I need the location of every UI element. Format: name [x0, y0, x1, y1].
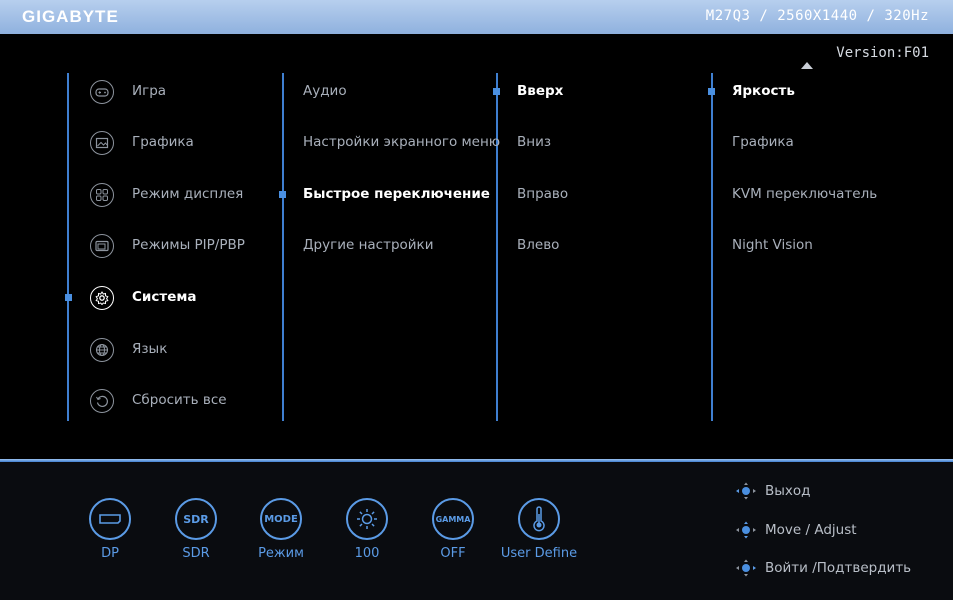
- menu-item-display-mode[interactable]: Режим дисплея: [132, 183, 243, 205]
- joystick-press-icon: [735, 559, 757, 577]
- picture-mode-label: Режим: [258, 546, 304, 561]
- firmware-version: Version:F01: [836, 45, 929, 61]
- option-right[interactable]: Вправо: [517, 183, 568, 205]
- joystick-left-icon: [735, 482, 757, 500]
- value-kvm-switch[interactable]: KVM переключатель: [732, 183, 877, 205]
- sdr-icon: SDR: [175, 498, 217, 540]
- hdr-status-label: SDR: [182, 546, 210, 561]
- reset-icon: [90, 389, 114, 413]
- column2-line: [282, 73, 284, 421]
- picture-icon: [90, 131, 114, 155]
- joystick-updown-icon: [735, 521, 757, 539]
- scroll-up-icon: [801, 62, 813, 69]
- option-left[interactable]: Влево: [517, 234, 559, 256]
- gamepad-icon: [90, 80, 114, 104]
- column4-line: [711, 73, 713, 421]
- selection-marker: [708, 88, 715, 95]
- selection-marker: [279, 191, 286, 198]
- submenu-item-audio[interactable]: Аудио: [303, 80, 347, 102]
- value-brightness[interactable]: Яркость: [732, 80, 795, 102]
- help-exit-label: Выход: [765, 483, 811, 499]
- mode-icon: MODE: [260, 498, 302, 540]
- selection-marker: [65, 294, 72, 301]
- help-move: Move / Adjust: [735, 520, 857, 540]
- help-confirm: Войти /Подтвердить: [735, 558, 911, 578]
- brand-logo: GIGABYTE: [22, 7, 119, 26]
- gamma-value-label: OFF: [440, 546, 466, 561]
- help-move-label: Move / Adjust: [765, 522, 857, 538]
- value-night-vision[interactable]: Night Vision: [732, 234, 813, 256]
- top-bar: GIGABYTE M27Q3 / 2560X1440 / 320Hz: [0, 0, 953, 34]
- menu-item-game[interactable]: Игра: [132, 80, 166, 102]
- menu-item-reset-all[interactable]: Сбросить все: [132, 389, 227, 411]
- option-down[interactable]: Вниз: [517, 131, 551, 153]
- brightness-value-label: 100: [354, 546, 380, 561]
- brightness-icon: [346, 498, 388, 540]
- column3-line: [496, 73, 498, 421]
- help-exit: Выход: [735, 481, 811, 501]
- menu-item-language[interactable]: Язык: [132, 338, 167, 360]
- display-grid-icon: [90, 183, 114, 207]
- menu-item-system[interactable]: Система: [132, 286, 197, 308]
- column1-line: [67, 73, 69, 421]
- selection-marker: [493, 88, 500, 95]
- option-up[interactable]: Вверх: [517, 80, 563, 102]
- menu-item-pip-pbp[interactable]: Режимы PIP/PBP: [132, 234, 245, 256]
- thermometer-icon: [518, 498, 560, 540]
- input-source-label: DP: [101, 546, 119, 561]
- help-confirm-label: Войти /Подтвердить: [765, 560, 912, 576]
- value-picture[interactable]: Графика: [732, 131, 794, 153]
- pip-icon: [90, 234, 114, 258]
- globe-icon: [90, 338, 114, 362]
- gamma-icon: GAMMA: [432, 498, 474, 540]
- submenu-item-osd-settings[interactable]: Настройки экранного меню: [303, 131, 500, 153]
- color-temp-label: User Define: [500, 546, 578, 561]
- displayport-icon: [89, 498, 131, 540]
- model-info: M27Q3 / 2560X1440 / 320Hz: [705, 8, 929, 24]
- menu-item-picture[interactable]: Графика: [132, 131, 194, 153]
- submenu-item-quick-switch[interactable]: Быстрое переключение: [303, 183, 490, 205]
- gear-icon: [90, 286, 114, 310]
- submenu-item-other-settings[interactable]: Другие настройки: [303, 234, 434, 256]
